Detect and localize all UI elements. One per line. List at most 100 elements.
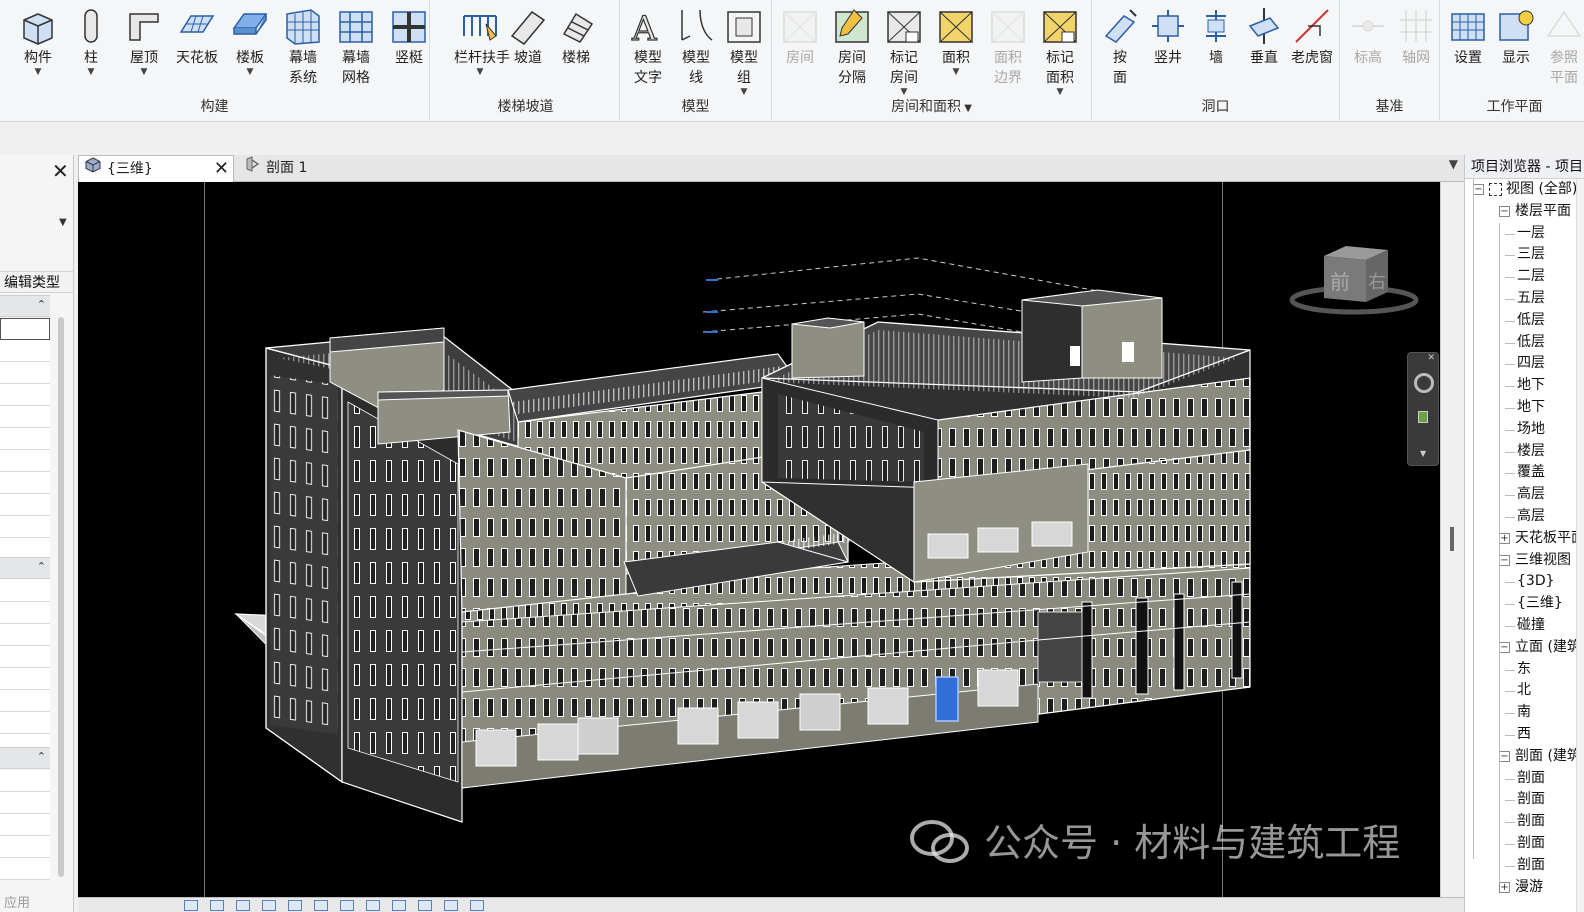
property-row[interactable]	[0, 428, 50, 450]
browser-item[interactable]: 剖面	[1517, 855, 1545, 876]
tool-button[interactable]: 天花板	[171, 6, 223, 68]
browser-item[interactable]: 剖面	[1517, 833, 1545, 854]
view-control-icon[interactable]	[236, 900, 250, 911]
apply-button[interactable]: 应用	[4, 892, 30, 911]
viewport-scrollbar[interactable]	[1440, 182, 1464, 897]
chevron-down-icon[interactable]: ▼	[65, 68, 117, 77]
property-row[interactable]	[0, 690, 50, 712]
property-row[interactable]	[0, 516, 50, 538]
expand-icon[interactable]: +	[1499, 881, 1510, 893]
browser-item[interactable]: 天花板平面	[1515, 528, 1584, 549]
collapse-icon[interactable]: −	[1499, 554, 1510, 566]
close-icon[interactable]: ✕	[214, 156, 229, 182]
scrollbar[interactable]	[58, 317, 64, 877]
property-row[interactable]	[0, 624, 50, 646]
close-icon[interactable]: ✕	[52, 159, 69, 183]
scrollbar-thumb[interactable]	[1450, 527, 1454, 551]
chevron-down-icon[interactable]: ▼	[12, 68, 64, 77]
chevron-up-icon[interactable]: ⌃	[37, 560, 46, 573]
browser-item[interactable]: 楼层	[1517, 441, 1545, 462]
tab-3d-view[interactable]: {三维} ✕	[78, 155, 234, 182]
tool-button[interactable]: 房间 分隔	[826, 6, 878, 88]
type-selector-dropdown[interactable]: ▼	[59, 217, 67, 228]
tool-button[interactable]: 楼板 ▼	[224, 6, 276, 77]
property-row[interactable]	[0, 580, 50, 602]
chevron-down-icon[interactable]: ▼	[930, 68, 982, 77]
collapse-icon[interactable]: −	[1473, 184, 1484, 195]
property-row[interactable]	[0, 814, 50, 836]
tool-button[interactable]: 面积 边界	[982, 6, 1034, 88]
browser-item[interactable]: 地下	[1517, 397, 1545, 418]
navigation-bar[interactable]: ✕ ▼	[1407, 352, 1439, 466]
view-control-icon[interactable]	[210, 900, 224, 911]
property-row[interactable]	[0, 858, 50, 880]
zoom-icon[interactable]	[1418, 411, 1428, 423]
section-header[interactable]: ⌃	[0, 557, 50, 579]
tool-button[interactable]: 标高	[1342, 6, 1394, 68]
tool-button[interactable]: 面积 ▼	[930, 6, 982, 77]
chevron-up-icon[interactable]: ⌃	[37, 298, 46, 311]
tool-button[interactable]: 构件 ▼	[12, 6, 64, 77]
collapse-icon[interactable]: −	[1499, 205, 1510, 217]
browser-item[interactable]: 四层	[1517, 353, 1545, 374]
property-row[interactable]	[0, 712, 50, 734]
tool-button[interactable]: 模型 组 ▼	[718, 6, 770, 97]
browser-item[interactable]: {3D}	[1517, 571, 1555, 592]
property-row[interactable]	[0, 362, 50, 384]
view-control-icon[interactable]	[366, 900, 380, 911]
browser-item[interactable]: 东	[1517, 659, 1531, 680]
chevron-down-icon[interactable]: ▼	[224, 68, 276, 77]
view-control-icon[interactable]	[262, 900, 276, 911]
tool-button[interactable]: 屋顶 ▼	[118, 6, 170, 77]
tool-button[interactable]: 按 面	[1094, 6, 1146, 88]
property-row[interactable]	[0, 668, 50, 690]
chevron-down-icon[interactable]: ▼	[118, 68, 170, 77]
expand-icon[interactable]: +	[1499, 532, 1510, 544]
browser-item[interactable]: 三层	[1517, 244, 1545, 265]
tool-button[interactable]: 垂直	[1238, 6, 1290, 68]
section-header[interactable]: ⌃	[0, 747, 50, 769]
browser-item[interactable]: 低层	[1517, 332, 1545, 353]
tool-button[interactable]: 房间	[774, 6, 826, 68]
tool-button[interactable]: 参照 平面	[1538, 6, 1584, 88]
tool-button[interactable]: 幕墙 系统	[277, 6, 329, 88]
tool-button[interactable]: 楼梯	[550, 6, 602, 68]
view-control-icon[interactable]	[314, 900, 328, 911]
browser-item[interactable]: 剖面	[1517, 811, 1545, 832]
browser-item[interactable]: 楼层平面	[1515, 201, 1571, 222]
browser-item[interactable]: 南	[1517, 702, 1531, 723]
browser-item[interactable]: 五层	[1517, 288, 1545, 309]
browser-item[interactable]: 场地	[1517, 419, 1545, 440]
close-icon[interactable]: ✕	[1427, 353, 1435, 363]
tool-button[interactable]: 栏杆扶手 ▼	[454, 6, 510, 77]
browser-item[interactable]: 剖面	[1517, 789, 1545, 810]
tool-button[interactable]: 墙	[1190, 6, 1242, 68]
tool-button[interactable]: 老虎窗	[1286, 6, 1338, 68]
collapse-icon[interactable]: −	[1499, 641, 1510, 653]
tool-button[interactable]: 幕墙 网格	[330, 6, 382, 88]
browser-item[interactable]: 剖面 (建筑剖面)	[1515, 746, 1584, 767]
property-row[interactable]	[0, 792, 50, 814]
chevron-down-icon[interactable]: ▼	[878, 88, 930, 97]
browser-item[interactable]: 剖面	[1517, 768, 1545, 789]
browser-item[interactable]: 一层	[1517, 223, 1545, 244]
view-control-icon[interactable]	[470, 900, 484, 911]
tool-button[interactable]: 竖井	[1142, 6, 1194, 68]
tool-button[interactable]: 显示	[1490, 6, 1542, 68]
browser-item[interactable]: 碰撞	[1517, 615, 1545, 636]
tool-button[interactable]: 柱 ▼	[65, 6, 117, 77]
tab-section-1[interactable]: 剖面 1	[238, 155, 398, 182]
chevron-down-icon[interactable]: ▼	[961, 103, 972, 114]
browser-item[interactable]: 高层	[1517, 484, 1545, 505]
tool-button[interactable]: 标记 面积 ▼	[1034, 6, 1086, 97]
tool-button[interactable]: 标记 房间 ▼	[878, 6, 930, 97]
property-row[interactable]	[0, 318, 50, 340]
view-control-icon[interactable]	[340, 900, 354, 911]
tool-button[interactable]: 轴网	[1390, 6, 1442, 68]
scrollbar[interactable]	[1576, 179, 1584, 912]
property-row[interactable]	[0, 472, 50, 494]
view-control-icon[interactable]	[288, 900, 302, 911]
steering-wheel-icon[interactable]	[1414, 373, 1434, 393]
tool-button[interactable]: 模型 线	[670, 6, 722, 88]
browser-item[interactable]: 覆盖	[1517, 462, 1545, 483]
